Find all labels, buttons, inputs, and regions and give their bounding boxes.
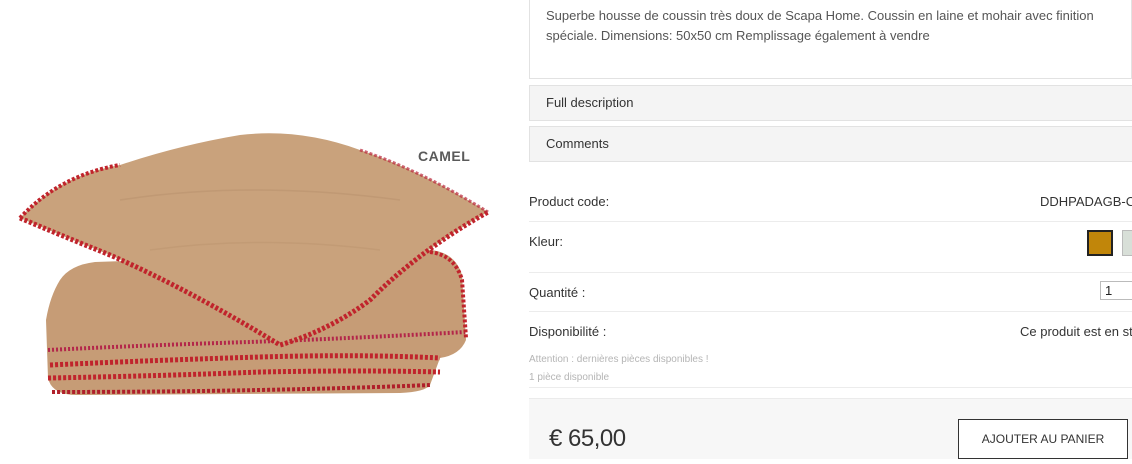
divider: [529, 387, 1132, 388]
product-code-label: Product code:: [529, 194, 610, 209]
quantity-input[interactable]: [1100, 281, 1132, 300]
availability-label: Disponibilité :: [529, 324, 607, 339]
product-image-area: CAMEL: [0, 0, 520, 459]
accordion-full-description[interactable]: Full description: [529, 85, 1132, 121]
availability-value: Ce produit est en stock: [1020, 324, 1132, 339]
accordion-label: Full description: [546, 95, 634, 110]
quantity-label: Quantité :: [529, 285, 586, 300]
product-code-value: DDHPADAGB-C: [1040, 194, 1132, 209]
product-image: [18, 133, 490, 396]
stock-count-note: 1 pièce disponible: [529, 372, 610, 383]
swatch-grey[interactable]: [1122, 230, 1132, 256]
accordion-label: Comments: [546, 136, 609, 151]
price-box: € 65,00 AJOUTER AU PANIER: [529, 398, 1132, 459]
attention-note: Attention : dernières pièces disponibles…: [529, 354, 709, 365]
color-label: Kleur:: [529, 234, 563, 249]
price: € 65,00: [549, 425, 626, 452]
color-overlay-label: CAMEL: [418, 148, 471, 164]
add-to-cart-button[interactable]: AJOUTER AU PANIER: [958, 419, 1128, 459]
description-text: Superbe housse de coussin très doux de S…: [546, 8, 1094, 43]
color-row: Kleur:: [529, 222, 1132, 273]
quantity-row: Quantité :: [529, 273, 1132, 312]
swatch-camel[interactable]: [1087, 230, 1113, 256]
product-code-row: Product code: DDHPADAGB-C: [529, 186, 1132, 222]
product-details: Superbe housse de coussin très doux de S…: [529, 0, 1132, 459]
accordion-comments[interactable]: Comments: [529, 126, 1132, 162]
availability-row: Disponibilité : Ce produit est en stock: [529, 312, 1132, 350]
description-box: Superbe housse de coussin très doux de S…: [529, 0, 1132, 79]
